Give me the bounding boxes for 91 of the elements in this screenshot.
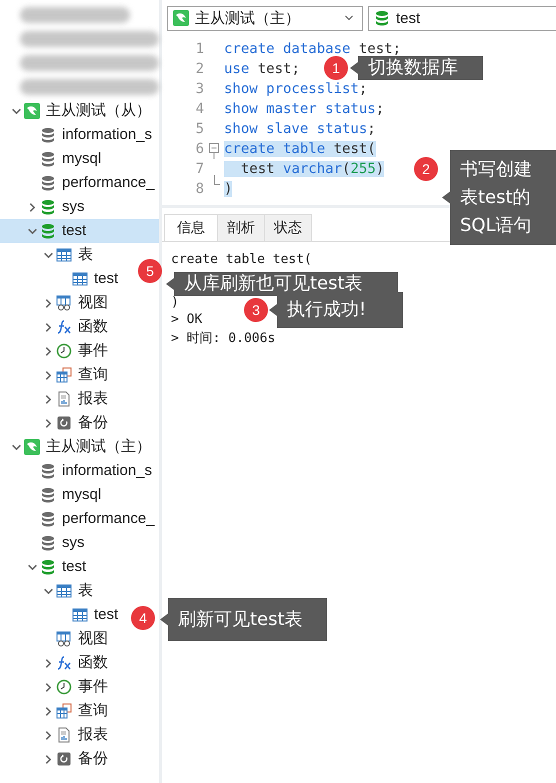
database-icon [40,559,56,575]
tree-item[interactable]: 事件 [0,675,111,699]
backup-icon [56,415,72,431]
line-number: 2 [194,61,204,77]
tree-item[interactable]: 表 [0,579,96,603]
code-line: use test; [224,61,300,77]
tree-item[interactable]: 表 [0,243,96,267]
tree-item[interactable]: information_s [0,459,156,483]
tree-item[interactable]: 报表 [0,387,111,411]
connection-select[interactable]: 主从测试（主） [167,6,363,30]
caret-icon [344,13,354,23]
tree-item[interactable]: 视图 [0,627,111,651]
report-icon [56,727,72,743]
tree-item[interactable]: 事件 [0,339,111,363]
tree-item[interactable]: 查询 [0,363,111,387]
tree-item[interactable]: 报表 [0,723,111,747]
database-icon [40,223,56,239]
clock-icon [56,679,72,695]
tree-item[interactable]: test [0,603,122,627]
callout: 切换数据库 [350,56,483,80]
code-line: create database test; [224,41,402,57]
result-tab[interactable]: 剖析 [217,214,265,241]
backup-icon [56,751,72,767]
tree-item[interactable]: mysql [0,483,104,507]
database-icon [40,175,56,191]
callout: 执行成功! [269,292,403,328]
tree-item[interactable]: sys [0,195,88,219]
database-icon [40,199,56,215]
connection-icon [24,439,40,455]
database-select[interactable]: test [368,6,556,30]
code-line: show slave status; [224,121,376,137]
query-icon [56,367,72,383]
database-icon [40,511,56,527]
database-icon [40,535,56,551]
database-icon [40,487,56,503]
clock-icon [56,343,72,359]
output-line: create table test( [171,252,312,269]
tree-item[interactable]: information_s [0,123,156,147]
step-badge: 4 [131,606,155,630]
line-number: 3 [194,81,204,97]
report-icon [56,391,72,407]
database-icon [40,127,56,143]
tree-item[interactable]: performance_ [0,507,158,531]
database-icon [374,10,390,26]
view-icon [56,631,72,647]
connection-icon [173,10,189,26]
table-icon [56,583,72,599]
step-badge: 2 [414,157,438,181]
database-icon [40,151,56,167]
tree-item[interactable]: 查询 [0,699,111,723]
view-icon [56,295,72,311]
step-badge: 5 [138,259,162,283]
tree-item[interactable]: 主从测试（主） [0,435,154,459]
callout: 书写创建表test的SQL语句 [442,150,556,245]
function-icon [56,319,72,335]
tree-item[interactable]: test [0,555,90,579]
step-badge: 1 [324,56,348,80]
output-line: > OK [171,312,202,329]
table-icon [72,607,88,623]
tree-item[interactable]: sys [0,531,88,555]
code-line: show master status; [224,101,384,117]
line-number: 1 [194,41,204,57]
callout: 从库刷新也可见test表 [166,272,398,296]
line-number: 5 [194,121,204,137]
line-number: 7 [194,161,204,177]
database-icon [40,463,56,479]
result-tab[interactable]: 状态 [264,214,312,241]
query-icon [56,703,72,719]
tree-item[interactable]: 函数 [0,651,111,675]
result-tab[interactable]: 信息 [164,214,218,241]
function-icon [56,655,72,671]
tree-item[interactable]: 主从测试（从） [0,99,154,123]
line-number: 4 [194,101,204,117]
output-line: > 时间: 0.006s [171,330,276,346]
code-line: show processlist; [224,81,368,97]
tree-item[interactable]: test [0,219,159,243]
connection-icon [24,103,40,119]
tree-item[interactable]: mysql [0,147,104,171]
line-number: 8 [194,181,204,197]
table-icon [72,271,88,287]
table-icon [56,247,72,263]
tree-item[interactable]: performance_ [0,171,158,195]
tree-item[interactable]: 函数 [0,315,111,339]
step-badge: 3 [244,298,268,322]
tree-item[interactable]: 视图 [0,291,111,315]
callout: 刷新可见test表 [160,598,327,641]
tree-item[interactable]: 备份 [0,747,111,771]
tree-item[interactable]: 备份 [0,411,111,435]
tree-item[interactable]: test [0,267,122,291]
output-line: ) [171,295,179,312]
line-number: 6 [194,141,204,157]
